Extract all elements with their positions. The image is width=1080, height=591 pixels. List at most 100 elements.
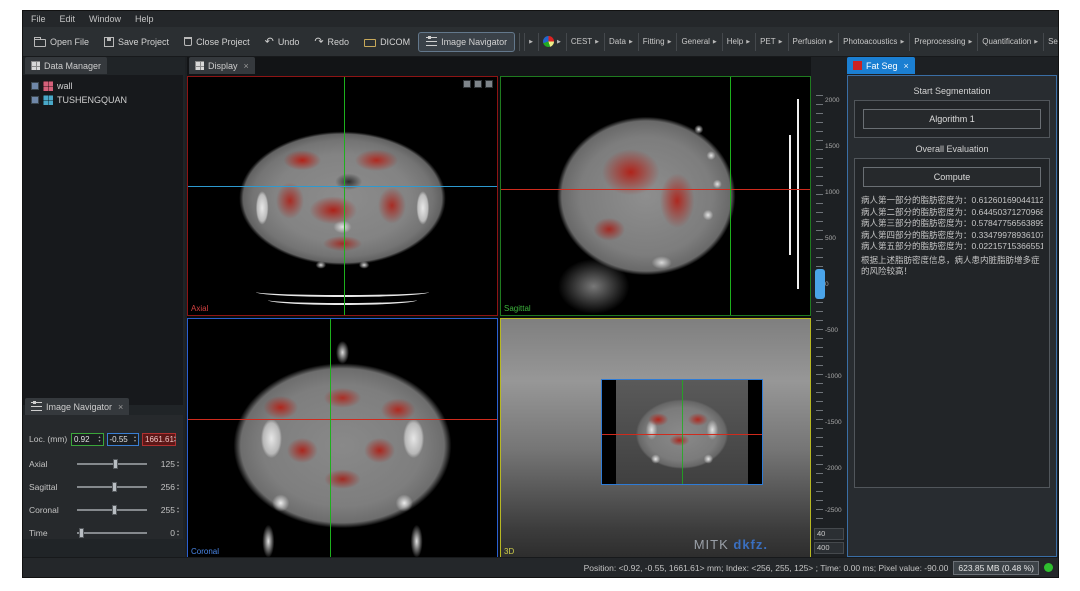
crosshair-menu-icon[interactable] [463, 80, 471, 88]
status-ok-indicator [1044, 563, 1053, 572]
tree-item-wall[interactable]: wall [25, 79, 181, 93]
menu-segmentation[interactable]: Segmentation▶ [1043, 33, 1058, 51]
data-manager-tree: wall TUSHENGQUAN [23, 75, 183, 405]
menu-quantification-label: Quantification [982, 37, 1031, 46]
compute-button[interactable]: Compute [863, 167, 1042, 187]
loc-z-value: 1661.61 [145, 435, 174, 444]
axial-slider-handle[interactable] [113, 459, 118, 469]
undo-icon: ↶ [265, 37, 274, 47]
close-icon[interactable]: × [118, 402, 123, 412]
menu-quantification[interactable]: Quantification▶ [977, 33, 1042, 51]
axial-slider-label: Axial [29, 459, 71, 469]
time-slider-value: 0 [153, 528, 175, 538]
image-navigator-tab-icon [31, 402, 42, 411]
redo-icon: ↷ [314, 37, 323, 47]
tick-label: -2500 [825, 507, 842, 514]
tick-label: 2000 [825, 97, 839, 104]
tree-item-tushengquan[interactable]: TUSHENGQUAN [25, 93, 181, 107]
tab-image-navigator[interactable]: Image Navigator × [25, 398, 129, 415]
menu-data[interactable]: Data▶ [604, 33, 637, 51]
coronal-slider-row: Coronal 255 ▴▾ [29, 502, 179, 518]
undo-button[interactable]: ↶ Undo [258, 33, 307, 51]
level-value: 40 [817, 529, 825, 538]
layout-menu-icon[interactable] [474, 80, 482, 88]
left-panel: Data Manager wall TUSHENGQUAN Imag [23, 57, 185, 557]
tick-label: -2000 [825, 465, 842, 472]
location-row: Loc. (mm) 0.92▴▾ -0.55▴▾ 1661.61▴▾ [29, 431, 179, 447]
views-overflow-arrow[interactable]: ▶ [524, 33, 537, 51]
algorithm-1-button[interactable]: Algorithm 1 [863, 109, 1042, 129]
tree-item-tushengquan-label: TUSHENGQUAN [57, 95, 127, 105]
axial-view[interactable]: Axial [187, 76, 498, 316]
mitk-logo-text: MITK [694, 537, 729, 552]
loc-y-spinbox[interactable]: -0.55▴▾ [107, 433, 140, 446]
tab-display[interactable]: Display × [189, 57, 255, 74]
close-icon[interactable]: × [904, 61, 909, 71]
save-project-button[interactable]: Save Project [97, 33, 176, 51]
spinner-arrows-icon[interactable]: ▴▾ [177, 506, 179, 514]
menu-photoacoustics[interactable]: Photoacoustics▶ [838, 33, 908, 51]
visibility-checkbox[interactable] [31, 82, 39, 90]
menu-window[interactable]: Window [89, 14, 121, 24]
sagittal-view-label: Sagittal [504, 304, 531, 313]
color-sphere-menu[interactable]: ▶ [538, 33, 565, 51]
level-window-handle[interactable] [815, 269, 825, 299]
sagittal-slider-value: 256 [153, 482, 175, 492]
menu-cest[interactable]: CEST▶ [566, 33, 603, 51]
sagittal-slider[interactable] [77, 486, 147, 488]
open-file-button[interactable]: Open File [27, 33, 96, 51]
coronal-view[interactable]: Coronal [187, 318, 498, 559]
fullscreen-icon[interactable] [485, 80, 493, 88]
menu-pet-label: PET [760, 37, 776, 46]
start-segmentation-title: Start Segmentation [854, 86, 1050, 96]
display-tab-icon [195, 61, 204, 70]
tick-label: 0 [825, 281, 829, 288]
menu-data-label: Data [609, 37, 626, 46]
time-slider-handle[interactable] [79, 528, 84, 538]
position-status-text: Position: <0.92, -0.55, 1661.61> mm; Ind… [584, 563, 949, 573]
menu-general[interactable]: General▶ [676, 33, 720, 51]
sagittal-slider-row: Sagittal 256 ▴▾ [29, 479, 179, 495]
open-file-label: Open File [50, 37, 89, 47]
renderwindow-corner-buttons [463, 80, 493, 88]
loc-y-value: -0.55 [110, 435, 128, 444]
color-sphere-icon [543, 36, 554, 47]
image-navigator-button[interactable]: Image Navigator [418, 32, 515, 52]
menu-fitting[interactable]: Fitting▶ [638, 33, 676, 51]
menu-help2[interactable]: Help▶ [722, 33, 754, 51]
sagittal-slider-handle[interactable] [112, 482, 117, 492]
level-value-box[interactable]: 40 [814, 528, 844, 540]
loc-x-spinbox[interactable]: 0.92▴▾ [71, 433, 104, 446]
close-icon[interactable]: × [244, 61, 249, 71]
coronal-slider[interactable] [77, 509, 147, 511]
reference-line [797, 99, 799, 289]
loc-z-spinbox[interactable]: 1661.61▴▾ [142, 433, 176, 446]
menu-preprocessing[interactable]: Preprocessing▶ [909, 33, 976, 51]
axial-slider[interactable] [77, 463, 147, 465]
result-line-4: 病人第四部分的脂肪密度为：0.33479978936107574 [861, 230, 1043, 242]
window-value-box[interactable]: 400 [814, 542, 844, 554]
redo-button[interactable]: ↷ Redo [307, 33, 356, 51]
close-project-button[interactable]: Close Project [177, 33, 257, 51]
threed-view[interactable]: MITK dkfz. 3D [500, 318, 811, 559]
tab-fat-seg[interactable]: Fat Seg × [847, 57, 915, 74]
menu-file[interactable]: File [31, 14, 46, 24]
menu-help[interactable]: Help [135, 14, 154, 24]
tab-data-manager[interactable]: Data Manager [25, 57, 107, 74]
spinner-arrows-icon[interactable]: ▴▾ [177, 483, 179, 491]
coronal-slider-label: Coronal [29, 505, 71, 515]
menu-perfusion[interactable]: Perfusion▶ [788, 33, 838, 51]
dicom-label: DICOM [380, 37, 410, 47]
image-navigator-tab-label: Image Navigator [46, 402, 112, 412]
menu-edit[interactable]: Edit [60, 14, 76, 24]
menu-pet[interactable]: PET▶ [755, 33, 786, 51]
coronal-slider-handle[interactable] [112, 505, 117, 515]
visibility-checkbox[interactable] [31, 96, 39, 104]
spinner-arrows-icon[interactable]: ▴▾ [177, 529, 179, 537]
spinner-arrows-icon[interactable]: ▴▾ [177, 460, 179, 468]
result-line-5: 病人第五部分的脂肪密度为：0.0221571536655105 [861, 241, 1043, 253]
time-slider[interactable] [77, 532, 147, 534]
dicom-button[interactable]: DICOM [357, 33, 417, 51]
sagittal-view[interactable]: Sagittal [500, 76, 811, 316]
coronal-ct-image [188, 319, 497, 558]
